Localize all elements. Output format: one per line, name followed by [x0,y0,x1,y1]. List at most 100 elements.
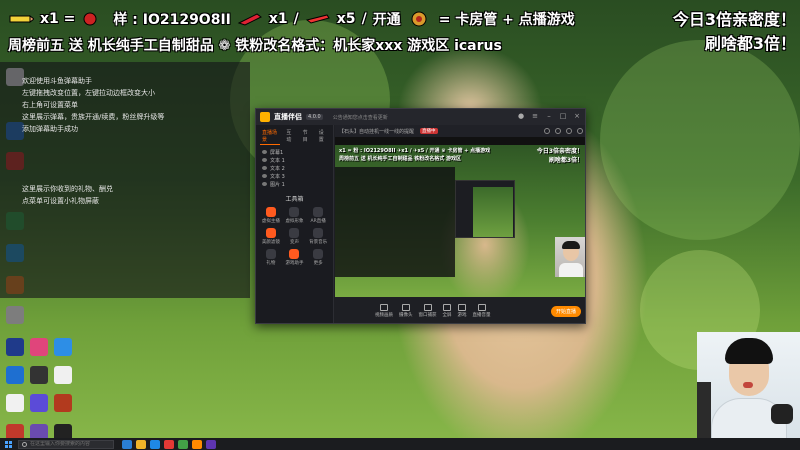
tool-icon [313,228,324,238]
tool-button[interactable]: 背景音乐 [307,228,329,245]
toolbox-grid: 虚拟主播 虚拟形象 AR直播 美颜滤镜 变声 背景音乐 礼物 游戏助手 更多 [256,203,333,270]
start-button[interactable] [2,438,14,450]
quality-button[interactable]: 视频画质 [375,304,393,318]
tool-icon [265,207,276,217]
promo-subtitle: 刷啥都3倍！ [704,34,796,53]
tool-button[interactable]: 虚拟主播 [260,207,282,224]
settings-icon[interactable] [577,128,583,134]
fullscreen-button[interactable]: 全屏 [443,304,452,318]
eye-icon[interactable] [262,182,267,186]
bottom-tool-label: 直播音量 [472,313,491,318]
search-input[interactable] [30,441,110,447]
app-icon[interactable] [54,338,72,356]
app-version: 4.0.0 [306,114,323,120]
tool-icon [289,207,300,217]
close-icon[interactable]: × [573,112,581,120]
app-icon[interactable] [30,366,48,384]
app-icon[interactable] [178,439,188,449]
live-companion-window[interactable]: 直播伴侣 4.0.0 公告通知您点击查看更新 ● ≡ – □ × 直播场景 互动… [255,108,586,324]
stream-preview[interactable]: x1 = 粉 : IO2129O8II ✈x1 / ✈x5 / 开通 ♛ 卡房管… [335,145,585,297]
app-icon[interactable] [206,439,216,449]
volume-button[interactable]: 直播音量 [473,304,491,318]
taskbar-search[interactable] [18,439,114,449]
preview-promo: 今日3倍亲密度！ 刷啥都3倍！ [537,147,583,165]
fullscreen-icon [443,304,451,311]
taskbar-apps [122,439,216,449]
tool-label: 礼物 [266,261,276,266]
app-icon[interactable] [6,338,24,356]
overlay-line-1: x1 = 样 : IO2129O8II x1 / x5 / 开通 = 卡房管 +… [0,8,575,30]
bottom-tool-label: 摄像头 [399,313,413,318]
app-icon[interactable] [6,394,24,412]
tab-program[interactable]: 节目 [301,128,313,145]
app-icon[interactable] [192,439,202,449]
app-notice[interactable]: 公告通知您点击查看更新 [333,114,388,121]
scene-item[interactable]: 文本 2 [256,164,333,172]
overlay-text: / [293,11,299,27]
tool-button[interactable]: 变声 [284,228,306,245]
tab-interact[interactable]: 互动 [284,128,296,145]
tool-button[interactable]: 礼物 [260,249,282,266]
tool-label: 游戏助手 [285,261,304,266]
browser-icon[interactable] [150,439,160,449]
scene-item[interactable]: 文本 1 [256,156,333,164]
eye-icon[interactable] [262,150,267,154]
avatar-icon[interactable]: ● [517,112,525,120]
tool-button[interactable]: 更多 [307,249,329,266]
tool-button[interactable]: AR直播 [307,207,329,224]
danmaku-assistant-panel[interactable]: 欢迎使用斗鱼弹幕助手 左键拖拽改变位置，左键拉动边框改变大小 右上角可设置菜单 … [0,62,250,298]
start-live-button[interactable]: 开始直播 [550,305,581,317]
game-button[interactable]: 游戏 [458,304,467,318]
scene-label: 文本 1 [270,157,285,164]
tool-icon [289,249,300,259]
eye-icon[interactable] [262,158,267,162]
scene-label: 文本 2 [270,165,285,172]
noble-badge-icon [407,11,433,27]
maximize-icon[interactable]: □ [559,112,567,120]
eye-icon[interactable] [262,166,267,170]
tool-button[interactable]: 美颜滤镜 [260,228,282,245]
overlay-line-2: 周榜前五 送 机长纯手工自制甜品 ❁ 铁粉改名格式：机长家xxx 游戏区 ica… [8,38,502,54]
overlay-text: x5 [336,11,356,27]
window-capture-button[interactable]: 窗口捕获 [419,304,437,318]
lock-icon[interactable] [555,128,561,134]
app-icon[interactable] [6,366,24,384]
app-icon[interactable] [6,306,24,324]
overlay-text: x1 = [40,11,76,27]
scene-item[interactable]: 文本 3 [256,172,333,180]
folder-icon[interactable] [136,439,146,449]
scene-item[interactable]: 屏幕1 [256,148,333,156]
webcam-feed [697,332,800,438]
layout-icon[interactable] [566,128,572,134]
taskview-icon[interactable] [122,439,132,449]
gamepad-icon [458,304,466,311]
app-name: 直播伴侣 [274,113,302,121]
app-titlebar[interactable]: 直播伴侣 4.0.0 公告通知您点击查看更新 ● ≡ – □ × [256,109,585,125]
preview-overlay-line-1: x1 = 粉 : IO2129O8II ✈x1 / ✈x5 / 开通 ♛ 卡房管… [339,148,491,154]
preview-overlay-line-2: 周榜前五 送 机长纯手工自制甜品 铁粉改名格式 游戏区 [339,156,461,162]
minimize-icon[interactable]: – [545,112,553,120]
app-icon[interactable] [164,439,174,449]
camera-icon [401,304,410,311]
scene-item[interactable]: 图片 1 [256,180,333,188]
tool-icon [313,249,324,259]
file-icon[interactable] [54,366,72,384]
share-icon[interactable] [544,128,550,134]
tool-button[interactable]: 游戏助手 [284,249,306,266]
app-icon[interactable] [30,394,48,412]
overlay-text: / [361,11,367,27]
tab-scenes[interactable]: 直播场景 [260,128,281,145]
app-icon[interactable] [30,338,48,356]
tool-icon [313,207,324,217]
stream-title[interactable]: 【石头】自动挂机一线一线的提醒 [339,128,414,135]
app-icon[interactable] [54,394,72,412]
tool-button[interactable]: 虚拟形象 [284,207,306,224]
overlay-text: 开通 [372,12,401,28]
tab-settings[interactable]: 设置 [317,128,329,145]
app-main: 【石头】自动挂机一线一线的提醒 直播中 x1 = 粉 : IO2129O8II … [335,125,585,297]
bokeh-light [600,40,800,240]
camera-button[interactable]: 摄像头 [399,304,413,318]
promo-title: 今日3倍亲密度！ [672,10,796,29]
eye-icon[interactable] [262,174,267,178]
menu-icon[interactable]: ≡ [531,112,539,120]
